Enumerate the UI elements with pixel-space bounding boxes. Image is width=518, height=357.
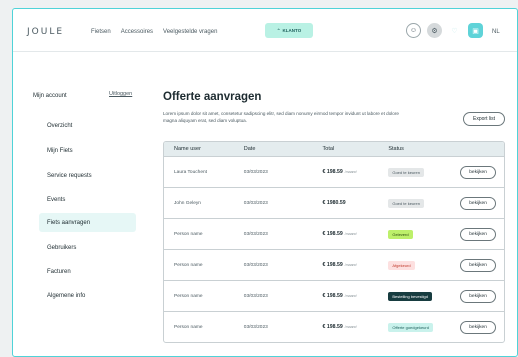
language-selector[interactable]: NL <box>492 29 500 35</box>
header-total[interactable]: Total <box>323 146 389 152</box>
nav-accessoires[interactable]: Accessoires <box>121 29 153 35</box>
heart-icon[interactable]: ♡ <box>447 23 462 38</box>
klanto-label: KLANTO <box>282 28 302 33</box>
cell-action: bekijken <box>452 196 504 210</box>
table-row[interactable]: Person name 03/03/2023 € 198.59/maand Gelev… <box>164 218 504 249</box>
cell-name: Laura Touchent <box>174 169 207 175</box>
sidebar-item-events[interactable]: Events <box>43 190 136 209</box>
cell-date: 03/03/2023 <box>243 293 268 299</box>
status-badge: Geleverd <box>388 229 413 239</box>
cell-name: Person name <box>174 231 203 237</box>
cell-total: € 198.59/maand <box>323 262 389 268</box>
table-header: Name user Date Total Status <box>164 142 504 156</box>
profile-icon[interactable]: ☺ <box>406 23 421 38</box>
cell-date: 03/03/2023 <box>243 262 268 268</box>
sidebar-item-mijn-fiets[interactable]: Mijn Fiets <box>43 141 136 160</box>
cell-name: Person name <box>174 293 203 299</box>
cell-date: 03/03/2023 <box>243 324 268 330</box>
sidebar-item-overzicht[interactable]: Overzicht <box>43 116 136 135</box>
logout-link[interactable]: Uitloggen <box>109 91 132 97</box>
header-status[interactable]: Status <box>388 146 452 152</box>
main-nav: Fietsen Accessoires Veelgestelde vragen <box>91 29 217 35</box>
header-date[interactable]: Date <box>244 146 323 152</box>
cell-status: Goed te keuren <box>388 198 452 208</box>
table-row[interactable]: Person name 03/03/2023 € 198.59/maand Beste… <box>164 280 504 311</box>
sidebar-item-fiets-aanvragen[interactable]: Fiets aanvragen <box>39 213 136 232</box>
total-suffix: /maand <box>344 325 357 329</box>
total-suffix: /maand <box>344 232 357 236</box>
cell-date: 03/03/2023 <box>243 169 268 175</box>
view-button[interactable]: bekijken <box>460 227 497 241</box>
cell-action: bekijken <box>452 289 504 303</box>
cell-status: Afgekeurd <box>388 260 452 270</box>
cell-total: € 198.59/maand <box>323 324 389 330</box>
status-badge: Goed te keuren <box>388 167 424 177</box>
total-amount: € 198.59 <box>322 169 343 175</box>
total-amount: € 198.59 <box>322 293 343 299</box>
view-button[interactable]: bekijken <box>460 320 497 334</box>
top-navigation-bar: JOULE Fietsen Accessoires Veelgestelde v… <box>13 9 517 52</box>
total-suffix: /maand <box>344 170 357 174</box>
total-amount: € 198.59 <box>322 324 343 330</box>
table-row[interactable]: Person name 03/03/2023 € 198.59/maand Offer… <box>164 311 504 342</box>
sidebar-item-facturen[interactable]: Facturen <box>43 262 136 281</box>
sidebar-item-service-requests[interactable]: Service requests <box>43 166 136 185</box>
brand-logo[interactable]: JOULE <box>27 27 64 37</box>
total-suffix: /maand <box>344 263 357 267</box>
bike-icon[interactable]: ⚙ <box>427 23 442 38</box>
cell-action: bekijken <box>452 320 504 334</box>
view-button[interactable]: bekijken <box>460 289 497 303</box>
cell-name: Person name <box>174 324 203 330</box>
cell-total: € 1980.59 <box>323 200 389 206</box>
table-row[interactable]: Person name 03/03/2023 € 198.59/maand Afgek… <box>164 249 504 280</box>
klanto-button[interactable]: ⌃ KLANTO <box>265 23 313 38</box>
cell-action: bekijken <box>452 227 504 241</box>
export-list-button[interactable]: Export list <box>463 112 505 126</box>
cell-status: Bestelling bevestigd <box>388 291 452 301</box>
klanto-icon: ⌃ <box>276 27 281 33</box>
page-title: Offerte aanvragen <box>163 91 262 103</box>
cell-status: Geleverd <box>388 229 452 239</box>
quotes-table: Name user Date Total Status Laura Touche… <box>163 141 505 343</box>
cell-date: 03/03/2023 <box>243 200 268 206</box>
cell-action: bekijken <box>452 165 504 179</box>
cell-status: Goed te keuren <box>388 167 452 177</box>
sidebar-item-gebruikers[interactable]: Gebruikers <box>43 238 136 257</box>
cell-name: John Geleyn <box>174 200 201 206</box>
status-badge: Goed te keuren <box>388 198 424 208</box>
view-button[interactable]: bekijken <box>460 165 497 179</box>
total-suffix: /maand <box>344 294 357 298</box>
table-row[interactable]: Laura Touchent 03/03/2023 € 198.59/maand Go… <box>164 156 504 187</box>
nav-faq[interactable]: Veelgestelde vragen <box>163 29 217 35</box>
cell-total: € 198.59/maand <box>323 169 389 175</box>
status-badge: Offerte goedgekeurd <box>388 322 433 332</box>
status-badge: Bestelling bevestigd <box>388 291 432 301</box>
view-button[interactable]: bekijken <box>460 258 497 272</box>
cell-total: € 198.59/maand <box>323 231 389 237</box>
account-sidebar: Mijn account Uitloggen Overzicht Mijn Fi… <box>13 53 136 356</box>
cell-action: bekijken <box>452 258 504 272</box>
status-badge: Afgekeurd <box>388 260 415 270</box>
cell-name: Person name <box>174 262 203 268</box>
sidebar-item-algemene-info[interactable]: Algemene info <box>43 286 136 305</box>
cell-status: Offerte goedgekeurd <box>388 322 452 332</box>
cart-icon[interactable]: ▣ <box>468 23 483 38</box>
page-description: Lorem ipsum dolor sit amet, consetetur s… <box>163 111 399 123</box>
app-window: JOULE Fietsen Accessoires Veelgestelde v… <box>12 8 518 357</box>
nav-fietsen[interactable]: Fietsen <box>91 29 111 35</box>
table-body: Laura Touchent 03/03/2023 € 198.59/maand Go… <box>164 156 504 342</box>
table-row[interactable]: John Geleyn 03/03/2023 € 1980.59 Goed te ke… <box>164 187 504 218</box>
total-amount: € 198.59 <box>322 262 343 268</box>
account-heading: Mijn account <box>33 93 67 99</box>
total-amount: € 198.59 <box>322 231 343 237</box>
view-button[interactable]: bekijken <box>460 196 497 210</box>
header-name-user[interactable]: Name user <box>164 146 244 152</box>
cell-total: € 198.59/maand <box>323 293 389 299</box>
cell-date: 03/03/2023 <box>243 231 268 237</box>
total-amount: € 1980.59 <box>322 200 346 206</box>
